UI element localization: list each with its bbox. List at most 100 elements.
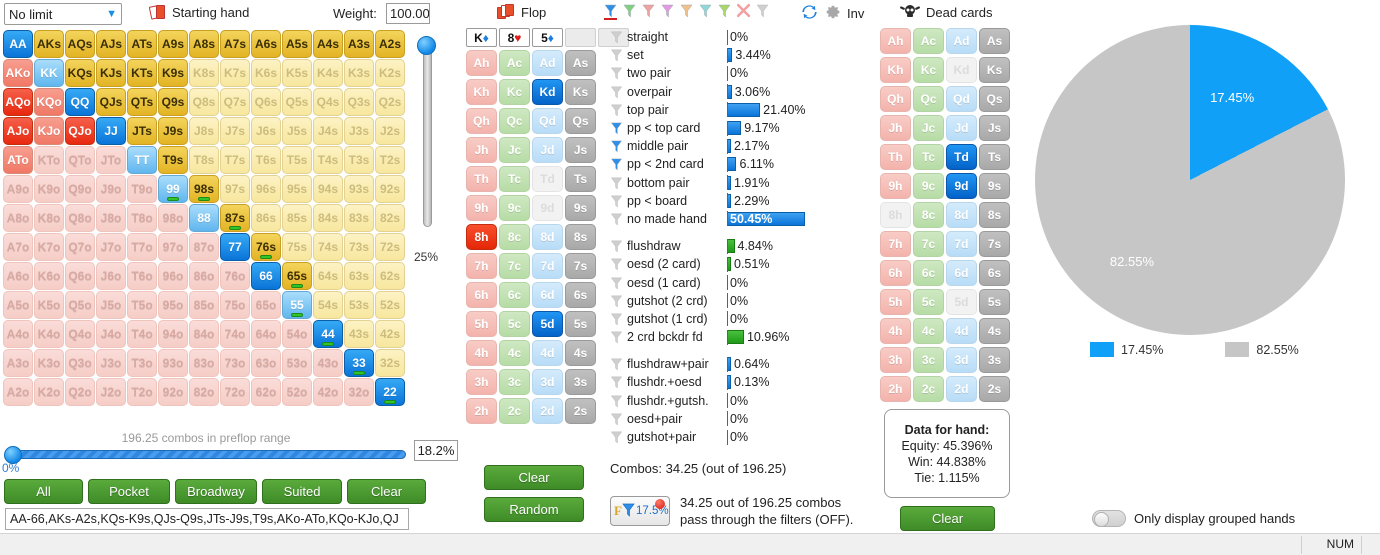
card-9h[interactable]: 9h bbox=[466, 195, 497, 221]
hand-cell-Q6s[interactable]: Q6s bbox=[251, 88, 281, 116]
hand-cell-82s[interactable]: 82s bbox=[375, 204, 405, 232]
hand-cell-Q9o[interactable]: Q9o bbox=[65, 175, 95, 203]
dead-card-4h[interactable]: 4h bbox=[880, 318, 911, 344]
dead-card-7d[interactable]: 7d bbox=[946, 231, 977, 257]
hand-cell-J7s[interactable]: J7s bbox=[220, 117, 250, 145]
hand-cell-TT[interactable]: TT bbox=[127, 146, 157, 174]
hand-cell-J5o[interactable]: J5o bbox=[96, 291, 126, 319]
hand-cell-A5o[interactable]: A5o bbox=[3, 291, 33, 319]
hand-cell-J3s[interactable]: J3s bbox=[344, 117, 374, 145]
hand-cell-K7o[interactable]: K7o bbox=[34, 233, 64, 261]
dead-card-2d[interactable]: 2d bbox=[946, 376, 977, 402]
hand-cell-JTo[interactable]: JTo bbox=[96, 146, 126, 174]
dead-card-7h[interactable]: 7h bbox=[880, 231, 911, 257]
hand-cell-A7s[interactable]: A7s bbox=[220, 30, 250, 58]
filter-funnel-icon-6[interactable] bbox=[698, 3, 713, 20]
hand-cell-T5s[interactable]: T5s bbox=[282, 146, 312, 174]
hand-cell-95o[interactable]: 95o bbox=[158, 291, 188, 319]
hand-cell-J8o[interactable]: J8o bbox=[96, 204, 126, 232]
stat-filter-funnel-icon[interactable] bbox=[610, 139, 624, 153]
hand-cell-73s[interactable]: 73s bbox=[344, 233, 374, 261]
card-Kd[interactable]: Kd bbox=[532, 79, 563, 105]
hand-cell-76o[interactable]: 76o bbox=[220, 262, 250, 290]
hand-cell-J3o[interactable]: J3o bbox=[96, 349, 126, 377]
range-text-input[interactable]: AA-66,AKs-A2s,KQs-K9s,QJs-Q9s,JTs-J9s,T9… bbox=[5, 508, 409, 530]
hand-cell-63o[interactable]: 63o bbox=[251, 349, 281, 377]
card-6c[interactable]: 6c bbox=[499, 282, 530, 308]
hand-cell-Q7s[interactable]: Q7s bbox=[220, 88, 250, 116]
hand-cell-KQo[interactable]: KQo bbox=[34, 88, 64, 116]
picker-clear-button[interactable]: Clear bbox=[484, 465, 584, 490]
hand-cell-75s[interactable]: 75s bbox=[282, 233, 312, 261]
hand-cell-72o[interactable]: 72o bbox=[220, 378, 250, 406]
dead-card-3h[interactable]: 3h bbox=[880, 347, 911, 373]
hand-cell-J2s[interactable]: J2s bbox=[375, 117, 405, 145]
filter-funnel-icon-4[interactable] bbox=[660, 3, 675, 20]
hand-cell-A3o[interactable]: A3o bbox=[3, 349, 33, 377]
hand-cell-85o[interactable]: 85o bbox=[189, 291, 219, 319]
card-Qh[interactable]: Qh bbox=[466, 108, 497, 134]
range-percent-slider[interactable] bbox=[4, 446, 408, 464]
stat-filter-funnel-icon[interactable] bbox=[610, 103, 624, 117]
card-Jd[interactable]: Jd bbox=[532, 137, 563, 163]
hand-cell-A4s[interactable]: A4s bbox=[313, 30, 343, 58]
hand-cell-QJs[interactable]: QJs bbox=[96, 88, 126, 116]
hand-cell-Q4o[interactable]: Q4o bbox=[65, 320, 95, 348]
hand-cell-32s[interactable]: 32s bbox=[375, 349, 405, 377]
hand-cell-T7o[interactable]: T7o bbox=[127, 233, 157, 261]
card-9c[interactable]: 9c bbox=[499, 195, 530, 221]
card-4d[interactable]: 4d bbox=[532, 340, 563, 366]
hand-cell-K8o[interactable]: K8o bbox=[34, 204, 64, 232]
hand-cell-Q4s[interactable]: Q4s bbox=[313, 88, 343, 116]
hand-cell-53o[interactable]: 53o bbox=[282, 349, 312, 377]
dead-card-9h[interactable]: 9h bbox=[880, 173, 911, 199]
hand-cell-A6o[interactable]: A6o bbox=[3, 262, 33, 290]
grouped-hands-toggle[interactable] bbox=[1092, 510, 1126, 527]
hand-cell-Q6o[interactable]: Q6o bbox=[65, 262, 95, 290]
hand-cell-A8s[interactable]: A8s bbox=[189, 30, 219, 58]
hand-cell-92o[interactable]: 92o bbox=[158, 378, 188, 406]
hand-cell-85s[interactable]: 85s bbox=[282, 204, 312, 232]
hand-cell-JTs[interactable]: JTs bbox=[127, 117, 157, 145]
picker-random-button[interactable]: Random bbox=[484, 497, 584, 522]
hand-cell-75o[interactable]: 75o bbox=[220, 291, 250, 319]
card-8h[interactable]: 8h bbox=[466, 224, 497, 250]
dead-card-3d[interactable]: 3d bbox=[946, 347, 977, 373]
card-2s[interactable]: 2s bbox=[565, 398, 596, 424]
hand-cell-KQs[interactable]: KQs bbox=[65, 59, 95, 87]
hand-cell-K9o[interactable]: K9o bbox=[34, 175, 64, 203]
hand-cell-83o[interactable]: 83o bbox=[189, 349, 219, 377]
dead-cards-clear-button[interactable]: Clear bbox=[900, 506, 995, 531]
card-Ts[interactable]: Ts bbox=[565, 166, 596, 192]
hand-cell-96s[interactable]: 96s bbox=[251, 175, 281, 203]
hand-cell-72s[interactable]: 72s bbox=[375, 233, 405, 261]
hand-cell-87s[interactable]: 87s bbox=[220, 204, 250, 232]
hand-cell-T5o[interactable]: T5o bbox=[127, 291, 157, 319]
card-4c[interactable]: 4c bbox=[499, 340, 530, 366]
dead-card-2h[interactable]: 2h bbox=[880, 376, 911, 402]
card-2c[interactable]: 2c bbox=[499, 398, 530, 424]
card-Qc[interactable]: Qc bbox=[499, 108, 530, 134]
dead-card-4d[interactable]: 4d bbox=[946, 318, 977, 344]
hand-cell-QJo[interactable]: QJo bbox=[65, 117, 95, 145]
hand-cell-Q7o[interactable]: Q7o bbox=[65, 233, 95, 261]
hand-cell-98o[interactable]: 98o bbox=[158, 204, 188, 232]
filter-funnel-icon-grey[interactable] bbox=[755, 3, 770, 20]
dead-card-3s[interactable]: 3s bbox=[979, 347, 1010, 373]
hand-cell-87o[interactable]: 87o bbox=[189, 233, 219, 261]
hand-cell-94s[interactable]: 94s bbox=[313, 175, 343, 203]
hand-cell-T3o[interactable]: T3o bbox=[127, 349, 157, 377]
card-6d[interactable]: 6d bbox=[532, 282, 563, 308]
dead-card-5c[interactable]: 5c bbox=[913, 289, 944, 315]
hand-cell-KTo[interactable]: KTo bbox=[34, 146, 64, 174]
dead-card-Qc[interactable]: Qc bbox=[913, 86, 944, 112]
dead-card-7s[interactable]: 7s bbox=[979, 231, 1010, 257]
dead-card-Td[interactable]: Td bbox=[946, 144, 977, 170]
hand-cell-AKo[interactable]: AKo bbox=[3, 59, 33, 87]
hand-cell-74o[interactable]: 74o bbox=[220, 320, 250, 348]
hand-cell-A6s[interactable]: A6s bbox=[251, 30, 281, 58]
card-Tc[interactable]: Tc bbox=[499, 166, 530, 192]
hand-cell-Q3o[interactable]: Q3o bbox=[65, 349, 95, 377]
card-Ac[interactable]: Ac bbox=[499, 50, 530, 76]
stat-filter-funnel-icon[interactable] bbox=[610, 375, 624, 390]
